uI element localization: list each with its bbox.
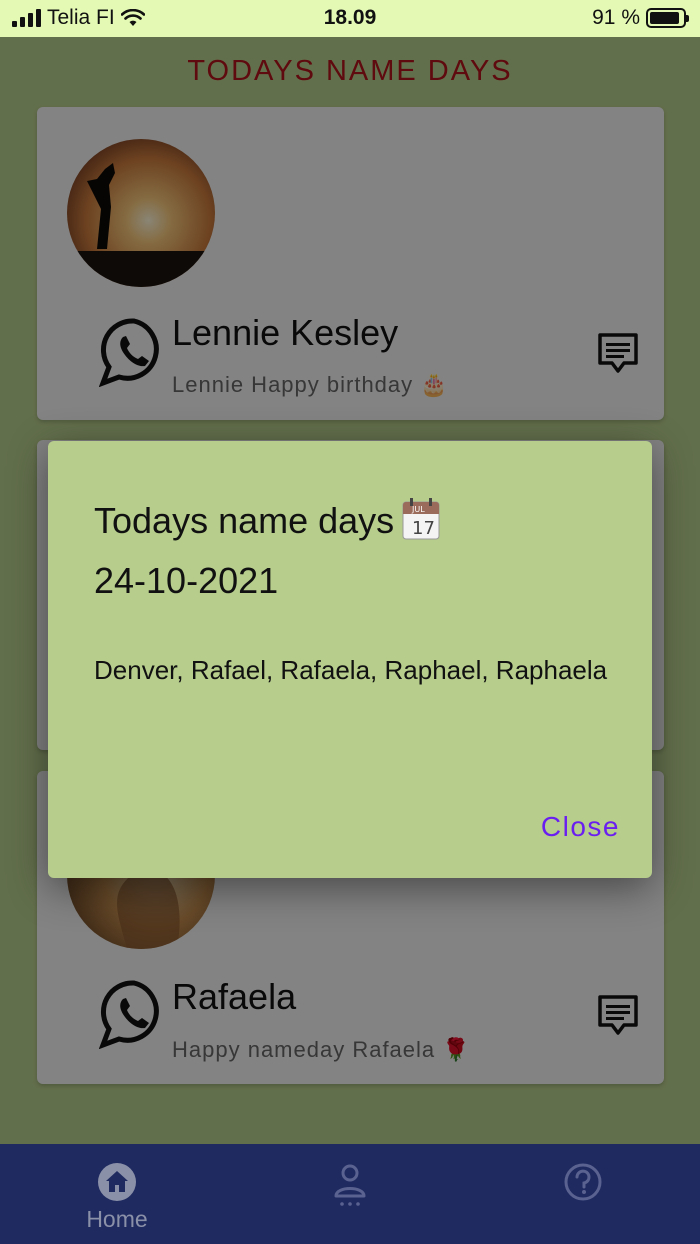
status-bar: Telia FI 18.09 91 % xyxy=(0,0,700,37)
svg-text:JUL: JUL xyxy=(411,505,425,514)
calendar-icon: JUL 17 xyxy=(402,498,440,540)
nameday-names: Denver, Rafael, Rafaela, Raphael, Raphae… xyxy=(94,655,608,685)
dialog-title: Todays name days JUL 17 24-10-2021 xyxy=(94,491,440,611)
dialog-date: 24-10-2021 xyxy=(94,560,279,601)
person-icon xyxy=(334,1164,366,1206)
nav-help[interactable] xyxy=(523,1144,643,1244)
nav-home[interactable]: Home xyxy=(57,1144,177,1244)
help-icon xyxy=(564,1163,602,1201)
bottom-nav: Home xyxy=(0,1144,700,1244)
nav-home-label: Home xyxy=(86,1206,148,1232)
battery-icon xyxy=(646,8,689,28)
dialog-title-text: Todays name days xyxy=(94,500,395,541)
status-right: 91 % xyxy=(592,6,689,30)
home-icon xyxy=(98,1163,136,1201)
close-button[interactable]: Close xyxy=(541,811,620,843)
battery-percentage: 91 % xyxy=(592,6,640,29)
nav-person[interactable] xyxy=(290,1144,410,1244)
namedays-dialog: Todays name days JUL 17 24-10-2021 Denve… xyxy=(48,441,652,878)
svg-text:17: 17 xyxy=(412,518,435,539)
